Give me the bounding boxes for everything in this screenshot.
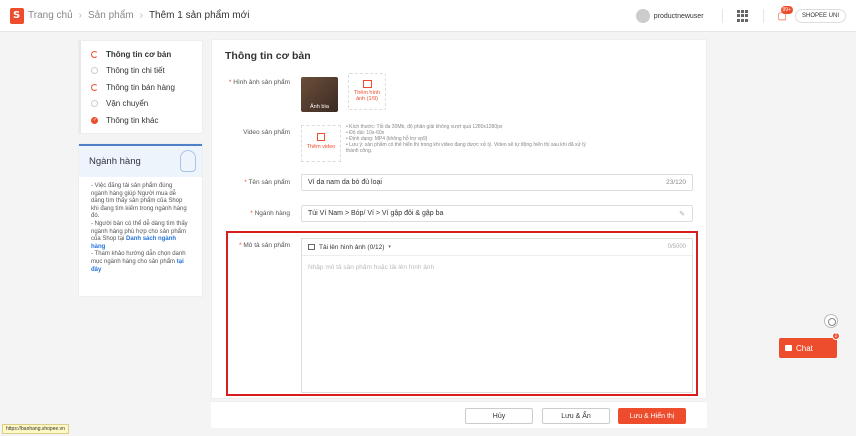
nav-item-sales-info[interactable]: Thông tin bán hàng — [79, 79, 202, 96]
nav-item-label: Vận chuyển — [106, 99, 149, 109]
add-image-label: Thêm hình ảnh (1/9) — [353, 90, 381, 102]
category-tip-card: Ngành hàng - Việc đăng tải sản phẩm đúng… — [78, 143, 203, 297]
breadcrumb-separator-icon: › — [78, 10, 82, 21]
support-icon[interactable] — [824, 314, 838, 328]
product-name-value: Ví da nam da bò đủ loại — [308, 179, 382, 186]
chat-badge: 2 — [832, 332, 840, 340]
breadcrumb-products[interactable]: Sản phẩm — [88, 10, 134, 21]
image-add-icon — [362, 80, 372, 88]
notification-badge: 99+ — [780, 5, 794, 14]
chat-button[interactable]: Chat — [779, 338, 837, 358]
nav-item-label: Thông tin bán hàng — [106, 82, 175, 92]
progress-partial-icon — [91, 83, 98, 91]
nav-item-detail-info[interactable]: Thông tin chi tiết — [79, 63, 202, 80]
breadcrumb-separator-icon: › — [139, 10, 143, 21]
nav-item-label: Thông tin khác — [106, 115, 159, 125]
category-label: * Ngành hàng — [250, 210, 290, 217]
nav-item-label: Thông tin cơ bản — [106, 49, 172, 59]
username[interactable]: productnewuser — [654, 13, 704, 20]
action-bar: Hủy Lưu & Ẩn Lưu & Hiển thị — [211, 401, 707, 428]
description-textarea[interactable]: Nhập mô tả sản phẩm hoặc tải lên hình ản… — [302, 256, 692, 279]
product-description-editor[interactable]: Tải lên hình ảnh (0/12) ▾ 0/5000 Nhập mô… — [301, 238, 693, 393]
save-hide-button[interactable]: Lưu & Ẩn — [542, 408, 610, 424]
product-description-label: * Mô tả sản phẩm — [239, 242, 290, 249]
nav-item-other-info[interactable]: Thông tin khác — [79, 112, 202, 129]
chat-icon — [785, 345, 792, 351]
save-show-button[interactable]: Lưu & Hiển thị — [618, 408, 686, 424]
notification-bell-icon[interactable]: ▢ 99+ — [778, 5, 794, 22]
description-char-count: 0/5000 — [667, 244, 686, 250]
breadcrumb-current: Thêm 1 sản phẩm mới — [148, 10, 250, 21]
nav-item-basic-info[interactable]: Thông tin cơ bản — [79, 46, 202, 63]
upload-image-dropdown[interactable]: Tải lên hình ảnh (0/12) — [319, 244, 384, 251]
breadcrumb: Trang chủ › Sản phẩm › Thêm 1 sản phẩm m… — [28, 10, 249, 21]
divider — [762, 9, 764, 23]
product-name-input[interactable]: Ví da nam da bò đủ loại 23/120 — [301, 174, 693, 191]
add-video-button[interactable]: Thêm video — [301, 125, 341, 162]
tip-header: Ngành hàng — [79, 144, 202, 177]
category-value: Túi Ví Nam > Bóp/ Ví > Ví gập đôi & gập … — [308, 210, 444, 217]
video-add-icon — [317, 133, 325, 141]
section-nav: Thông tin cơ bản Thông tin chi tiết Thôn… — [78, 40, 203, 134]
name-char-count: 23/120 — [666, 179, 686, 186]
check-circle-icon — [91, 116, 98, 124]
avatar[interactable] — [635, 9, 650, 23]
product-video-label: Video sản phẩm — [243, 129, 290, 136]
shopee-logo[interactable] — [10, 7, 24, 24]
tip-line: - Tham khảo hướng dẫn chọn danh mục ngàn… — [91, 251, 186, 265]
cancel-button[interactable]: Hủy — [465, 408, 533, 424]
category-select[interactable]: Túi Ví Nam > Bóp/ Ví > Ví gập đôi & gập … — [301, 205, 693, 222]
product-image-label: * Hình ảnh sản phẩm — [228, 79, 290, 86]
cover-label: Ảnh bìa — [310, 104, 329, 110]
progress-empty-icon — [91, 67, 98, 75]
form-title: Thông tin cơ bản — [225, 50, 311, 62]
nav-item-shipping[interactable]: Vận chuyển — [79, 96, 202, 113]
nav-item-label: Thông tin chi tiết — [106, 66, 165, 76]
chevron-down-icon[interactable]: ▾ — [388, 244, 391, 250]
divider — [721, 9, 723, 23]
chat-label: Chat — [796, 343, 813, 353]
edit-pencil-icon[interactable]: ✎ — [679, 210, 685, 218]
add-image-button[interactable]: Thêm hình ảnh (1/9) — [348, 73, 386, 110]
video-requirements: Kích thước: Tối đa 30Mb, độ phân giải kh… — [346, 124, 596, 154]
status-url: https://banhang.shopee.vn — [2, 424, 69, 434]
lightbulb-icon — [180, 150, 196, 172]
video-note: Lưu ý: sản phẩm có thể hiển thị trong kh… — [346, 142, 596, 154]
add-video-label: Thêm video — [306, 144, 336, 150]
apps-grid-icon[interactable] — [736, 10, 749, 22]
cover-image-thumbnail[interactable]: Ảnh bìa — [301, 77, 338, 112]
breadcrumb-home[interactable]: Trang chủ — [28, 10, 73, 21]
description-toolbar: Tải lên hình ảnh (0/12) ▾ 0/5000 — [302, 239, 692, 256]
basic-info-form: Thông tin cơ bản * Hình ảnh sản phẩm Ảnh… — [211, 39, 707, 399]
tip-title: Ngành hàng — [89, 156, 141, 167]
header-right: productnewuser ▢ 99+ SHOPEE UNI — [635, 0, 846, 32]
tip-body: - Việc đăng tải sản phẩm đúng ngành hàng… — [79, 177, 202, 280]
progress-empty-icon — [91, 100, 98, 108]
product-name-label: * Tên sản phẩm — [244, 179, 290, 186]
top-header: Trang chủ › Sản phẩm › Thêm 1 sản phẩm m… — [0, 0, 856, 32]
image-icon — [308, 244, 315, 250]
progress-partial-icon — [91, 50, 98, 58]
shopee-uni-button[interactable]: SHOPEE UNI — [794, 9, 846, 23]
tip-line: - Việc đăng tải sản phẩm đúng ngành hàng… — [91, 183, 187, 220]
